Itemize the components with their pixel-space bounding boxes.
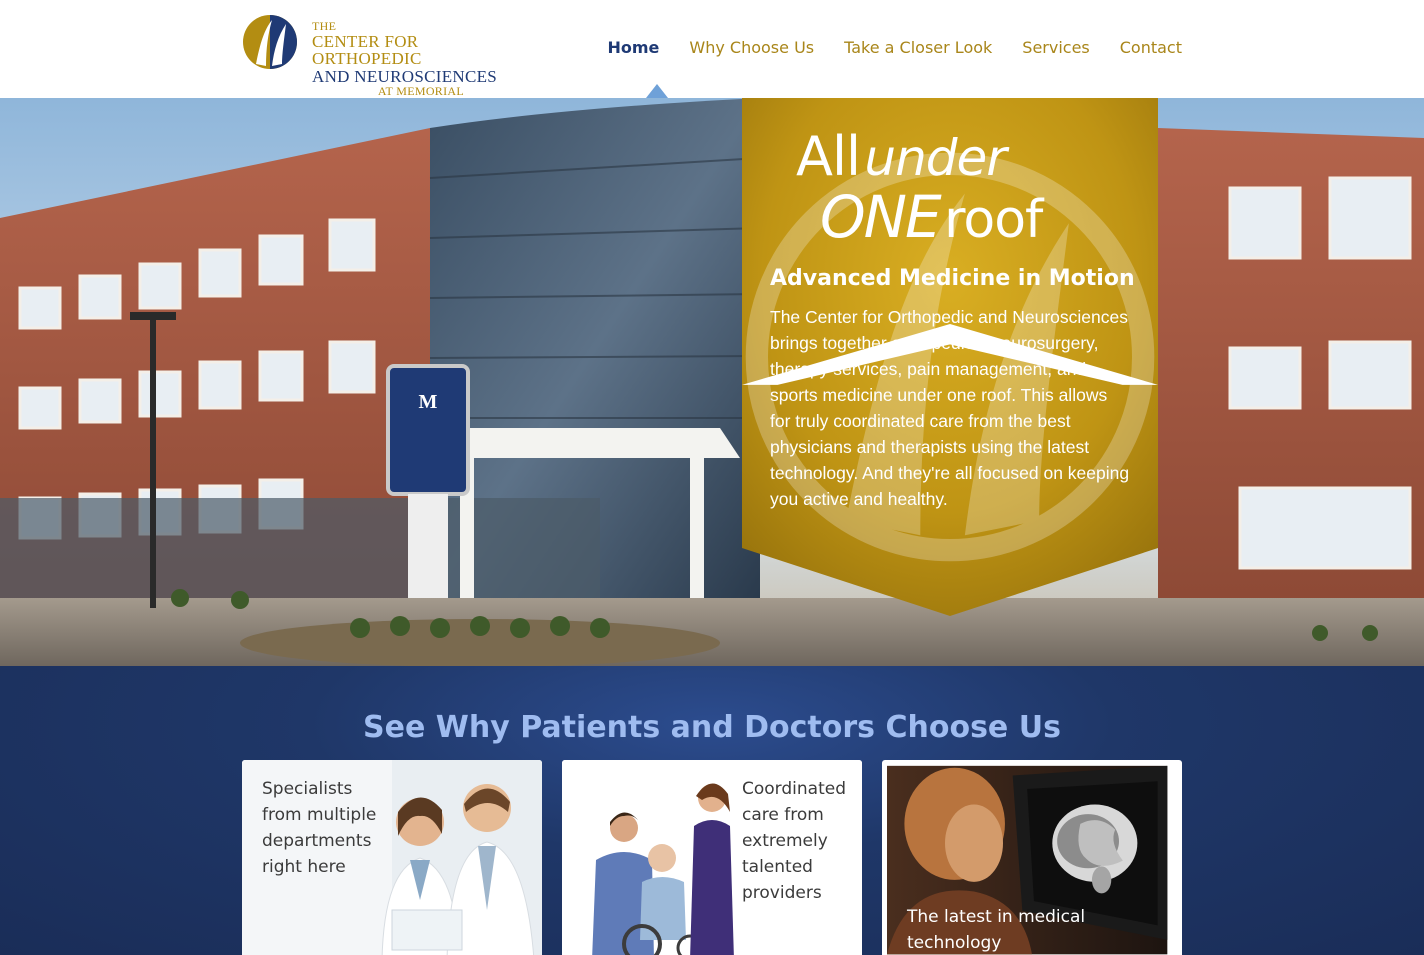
hero-banner: All under ONE roof Advanced Medicine in … xyxy=(742,98,1158,616)
logo-mark-icon xyxy=(243,15,297,69)
nav-home[interactable]: Home xyxy=(607,38,659,57)
nav-contact[interactable]: Contact xyxy=(1120,38,1182,57)
logo-wordmark: The Center for Orthopedic and Neuroscien… xyxy=(312,20,502,97)
card-coordinated-care-text: Coordinated care from extremely talented… xyxy=(742,779,846,903)
logo-line-neuro: and Neurosciences xyxy=(312,67,498,86)
nav-why-choose-us[interactable]: Why Choose Us xyxy=(689,38,814,57)
logo-watermark-icon xyxy=(745,152,1155,562)
hero-section: M xyxy=(0,98,1424,666)
logo-line-the: The xyxy=(312,19,337,33)
hero-building-image: M xyxy=(0,98,1424,666)
nav-take-a-closer-look[interactable]: Take a Closer Look xyxy=(844,38,992,57)
section-title: See Why Patients and Doctors Choose Us xyxy=(363,710,1061,745)
logo-line-center: Center for Orthopedic xyxy=(312,32,422,68)
card-specialists[interactable]: Specialists from multiple departments ri… xyxy=(242,760,542,955)
card-technology-text: The latest in medical technology xyxy=(907,907,1086,953)
card-technology[interactable]: The latest in medical technology xyxy=(882,760,1182,955)
logo-line-memorial: at Memorial xyxy=(377,84,464,98)
site-header: The Center for Orthopedic and Neuroscien… xyxy=(0,0,1424,98)
nav-active-indicator xyxy=(646,84,668,98)
card-coordinated-care[interactable]: Coordinated care from extremely talented… xyxy=(562,760,862,955)
nav-services[interactable]: Services xyxy=(1022,38,1089,57)
sign-letter: M xyxy=(419,391,438,413)
site-logo[interactable]: The Center for Orthopedic and Neuroscien… xyxy=(242,14,502,97)
main-nav: Home Why Choose Us Take a Closer Look Se… xyxy=(607,38,1182,57)
card-specialists-text: Specialists from multiple departments ri… xyxy=(262,779,377,877)
